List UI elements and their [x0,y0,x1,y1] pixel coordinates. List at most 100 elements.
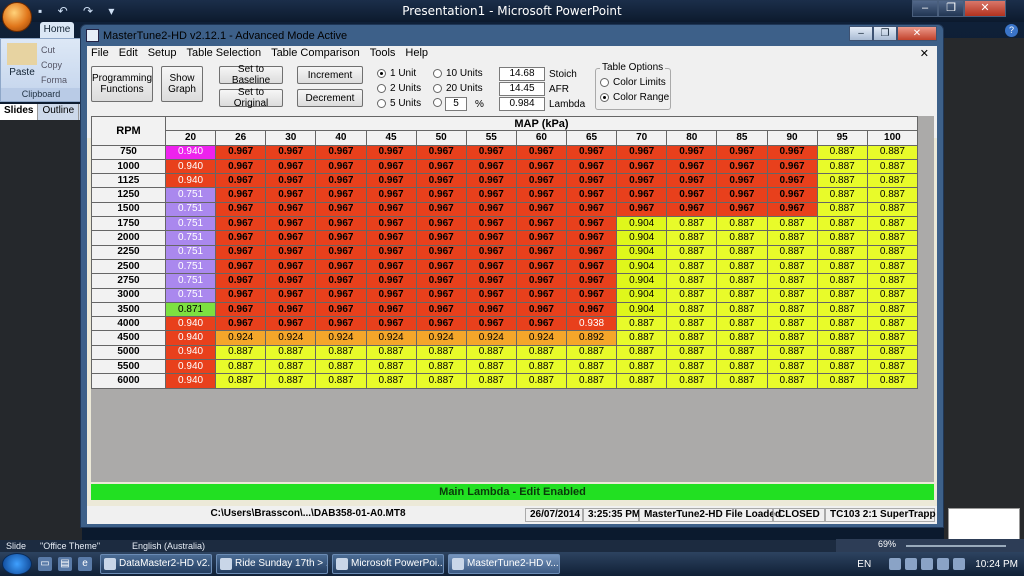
map-cell[interactable]: 0.887 [816,201,868,218]
map-cell[interactable]: 0.967 [515,244,568,260]
map-cell[interactable]: 0.887 [816,287,868,303]
map-cell[interactable]: 0.887 [766,258,818,275]
map-cell[interactable]: 0.887 [816,144,868,160]
show-desktop-icon[interactable]: ▭ [38,557,52,571]
map-cell[interactable]: 0.887 [866,316,919,332]
menu-setup[interactable]: Setup [144,46,183,62]
mt-minimize-icon[interactable]: – [849,26,873,41]
format-painter-button[interactable]: Forma [41,75,67,85]
map-cell[interactable]: 0.887 [866,173,919,189]
increment-button[interactable]: Increment [297,66,363,84]
help-icon[interactable]: ? [1005,24,1018,37]
map-cell[interactable]: 0.967 [616,201,668,218]
map-cell[interactable]: 0.751 [164,273,217,289]
map-cell[interactable]: 0.887 [816,230,868,246]
map-cell[interactable]: 0.940 [164,359,217,375]
map-cell[interactable]: 0.887 [265,359,317,375]
map-cell[interactable]: 0.967 [265,216,317,232]
map-cell[interactable]: 0.924 [515,330,568,346]
map-cell[interactable]: 0.967 [315,287,367,303]
map-cell[interactable]: 0.967 [666,144,718,160]
map-cell[interactable]: 0.967 [565,216,618,232]
map-cell[interactable]: 0.967 [315,158,367,175]
map-cell[interactable]: 0.967 [465,301,517,318]
map-cell[interactable]: 0.887 [215,359,267,375]
map-cell[interactable]: 0.967 [415,287,467,303]
map-cell[interactable]: 0.887 [315,344,367,361]
map-cell[interactable]: 0.887 [766,316,818,332]
map-cell[interactable]: 0.887 [816,158,868,175]
map-cell[interactable]: 0.887 [666,316,718,332]
map-cell[interactable]: 0.887 [766,373,818,389]
map-cell[interactable]: 0.967 [565,230,618,246]
explorer-icon[interactable]: ▤ [58,557,72,571]
map-cell[interactable]: 0.967 [415,301,467,318]
map-cell[interactable]: 0.887 [716,301,768,318]
menu-file[interactable]: File [87,46,115,62]
office-button[interactable] [2,2,32,32]
map-cell[interactable]: 0.887 [265,373,317,389]
map-cell[interactable]: 0.967 [465,216,517,232]
map-cell[interactable]: 0.904 [616,258,668,275]
map-cell[interactable]: 0.967 [716,187,768,203]
map-cell[interactable]: 0.967 [415,273,467,289]
map-cell[interactable]: 0.967 [365,316,417,332]
map-cell[interactable]: 0.967 [565,273,618,289]
map-cell[interactable]: 0.967 [315,187,367,203]
map-cell[interactable]: 0.967 [616,173,668,189]
map-cell[interactable]: 0.887 [816,330,868,346]
map-cell[interactable]: 0.887 [816,216,868,232]
volume-icon[interactable] [953,558,966,570]
map-cell[interactable]: 0.887 [716,344,768,361]
map-cell[interactable]: 0.887 [716,373,768,389]
map-cell[interactable]: 0.967 [415,258,467,275]
map-cell[interactable]: 0.924 [465,330,517,346]
map-cell[interactable]: 0.887 [215,344,267,361]
map-cell[interactable]: 0.967 [565,173,618,189]
map-cell[interactable]: 0.967 [365,230,417,246]
cut-button[interactable]: Cut [41,45,55,55]
map-cell[interactable]: 0.751 [164,258,217,275]
map-cell[interactable]: 0.938 [565,316,618,332]
map-cell[interactable]: 0.967 [565,158,618,175]
map-cell[interactable]: 0.967 [415,158,467,175]
map-cell[interactable]: 0.887 [465,359,517,375]
map-cell[interactable]: 0.887 [365,359,417,375]
map-cell[interactable]: 0.887 [716,287,768,303]
taskbar-item-datamaster[interactable]: DataMaster2-HD v2... [100,554,212,574]
map-cell[interactable]: 0.887 [265,344,317,361]
map-cell[interactable]: 0.887 [866,216,919,232]
taskbar-item-powerpoint[interactable]: Microsoft PowerPoi... [332,554,444,574]
radio-2-units[interactable]: 2 Units [377,83,421,94]
map-cell[interactable]: 0.887 [866,187,919,203]
map-cell[interactable]: 0.887 [515,373,568,389]
map-cell[interactable]: 0.887 [515,359,568,375]
map-cell[interactable]: 0.887 [816,173,868,189]
map-cell[interactable]: 0.751 [164,187,217,203]
map-cell[interactable]: 0.967 [716,173,768,189]
map-cell[interactable]: 0.967 [415,173,467,189]
map-cell[interactable]: 0.940 [164,144,217,160]
map-cell[interactable]: 0.967 [766,158,818,175]
map-cell[interactable]: 0.887 [666,344,718,361]
map-cell[interactable]: 0.967 [465,316,517,332]
tab-slides[interactable]: Slides [0,104,39,120]
map-cell[interactable]: 0.924 [265,330,317,346]
map-cell[interactable]: 0.967 [766,144,818,160]
map-cell[interactable]: 0.967 [365,216,417,232]
map-cell[interactable]: 0.887 [866,287,919,303]
map-cell[interactable]: 0.887 [766,273,818,289]
map-cell[interactable]: 0.967 [465,144,517,160]
map-cell[interactable]: 0.887 [816,344,868,361]
map-cell[interactable]: 0.967 [315,230,367,246]
map-cell[interactable]: 0.887 [716,244,768,260]
map-cell[interactable]: 0.887 [465,373,517,389]
map-cell[interactable]: 0.967 [766,201,818,218]
clock[interactable]: 10:24 PM [975,559,1018,570]
map-cell[interactable]: 0.967 [515,230,568,246]
map-cell[interactable]: 0.887 [766,301,818,318]
tab-home[interactable]: Home [40,22,74,38]
map-cell[interactable]: 0.887 [866,301,919,318]
stoich-field[interactable]: 14.68 [499,67,545,81]
map-cell[interactable]: 0.967 [415,144,467,160]
